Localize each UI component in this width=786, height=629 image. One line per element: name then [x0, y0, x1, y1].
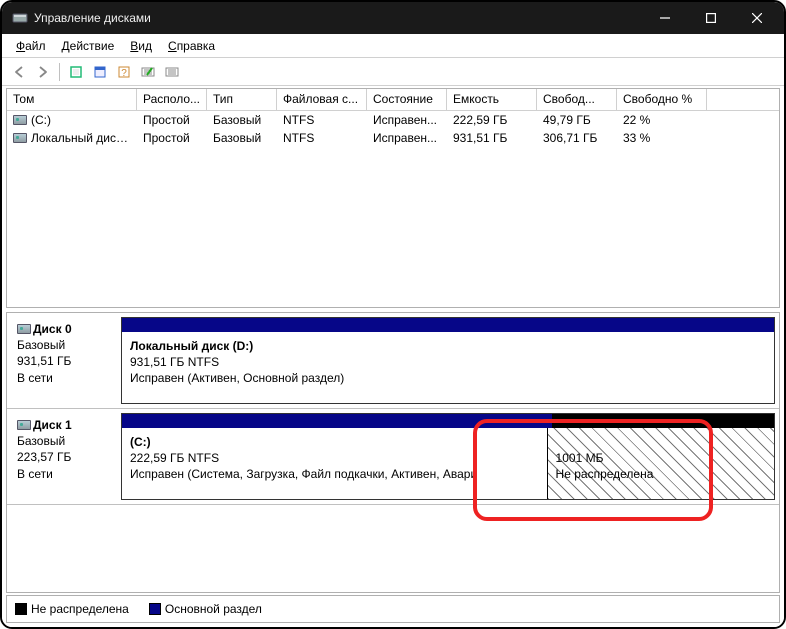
disk-block: Диск 1Базовый223,57 ГБВ сети(C:)222,59 Г…: [7, 409, 779, 505]
maximize-button[interactable]: [688, 2, 734, 34]
svg-text:?: ?: [121, 68, 127, 79]
volume-icon: [13, 133, 27, 143]
partition-header-bar: [122, 318, 774, 332]
disk-partitions: (C:)222,59 ГБ NTFSИсправен (Система, Заг…: [121, 413, 775, 500]
volume-list-header: Том Располо... Тип Файловая с... Состоян…: [7, 89, 779, 111]
disk-meta: Диск 1Базовый223,57 ГБВ сети: [11, 413, 121, 500]
help-button[interactable]: ?: [113, 61, 135, 83]
col-freepct[interactable]: Свободно %: [617, 89, 707, 110]
partition-primary[interactable]: Локальный диск (D:)931,51 ГБ NTFSИсправе…: [122, 332, 774, 403]
disk-management-window: Управление дисками Файл Действие Вид Спр…: [0, 0, 786, 629]
col-capacity[interactable]: Емкость: [447, 89, 537, 110]
toolbar: ?: [2, 58, 784, 86]
volume-row[interactable]: (C:)ПростойБазовыйNTFSИсправен...222,59 …: [7, 111, 779, 129]
volume-list-rows: (C:)ПростойБазовыйNTFSИсправен...222,59 …: [7, 111, 779, 307]
menu-file[interactable]: Файл: [8, 37, 54, 55]
volume-list-pane: Том Располо... Тип Файловая с... Состоян…: [6, 88, 780, 308]
legend-primary-label: Основной раздел: [165, 602, 262, 616]
titlebar: Управление дисками: [2, 2, 784, 34]
col-fs[interactable]: Файловая с...: [277, 89, 367, 110]
menubar: Файл Действие Вид Справка: [2, 34, 784, 58]
properties-button[interactable]: [137, 61, 159, 83]
menu-action-label: Д: [62, 39, 70, 53]
menu-help[interactable]: Справка: [160, 37, 223, 55]
legend-primary-swatch: [149, 603, 161, 615]
volume-row[interactable]: Локальный диск (...ПростойБазовыйNTFSИсп…: [7, 129, 779, 147]
menu-file-label: Ф: [16, 39, 25, 53]
content-area: Том Располо... Тип Файловая с... Состоян…: [2, 86, 784, 627]
back-button[interactable]: [8, 61, 30, 83]
legend-unallocated-swatch: [15, 603, 27, 615]
partition-primary[interactable]: (C:)222,59 ГБ NTFSИсправен (Система, Заг…: [122, 428, 548, 499]
menu-action[interactable]: Действие: [54, 37, 123, 55]
menu-view[interactable]: Вид: [122, 37, 160, 55]
col-volume[interactable]: Том: [7, 89, 137, 110]
legend: Не распределена Основной раздел: [6, 595, 780, 623]
disk-icon: [17, 324, 31, 334]
col-type[interactable]: Тип: [207, 89, 277, 110]
disk-block: Диск 0Базовый931,51 ГБВ сетиЛокальный ди…: [7, 313, 779, 409]
minimize-button[interactable]: [642, 2, 688, 34]
col-layout[interactable]: Располо...: [137, 89, 207, 110]
legend-primary: Основной раздел: [149, 602, 262, 616]
close-button[interactable]: [734, 2, 780, 34]
legend-unallocated: Не распределена: [15, 602, 129, 616]
disk-icon: [17, 420, 31, 430]
disk-meta: Диск 0Базовый931,51 ГБВ сети: [11, 317, 121, 404]
refresh-button[interactable]: [65, 61, 87, 83]
menu-view-label: В: [130, 39, 138, 53]
partition-unallocated[interactable]: 1001 МБНе распределена: [548, 428, 774, 499]
settings-button[interactable]: [89, 61, 111, 83]
col-free[interactable]: Свобод...: [537, 89, 617, 110]
toolbar-separator: [59, 63, 60, 81]
col-status[interactable]: Состояние: [367, 89, 447, 110]
actions-button[interactable]: [161, 61, 183, 83]
menu-help-label: С: [168, 39, 177, 53]
window-controls: [642, 2, 780, 34]
disk-management-icon: [12, 10, 28, 26]
forward-button[interactable]: [32, 61, 54, 83]
partition-header-bar: [122, 414, 774, 428]
disk-partitions: Локальный диск (D:)931,51 ГБ NTFSИсправе…: [121, 317, 775, 404]
window-title: Управление дисками: [34, 11, 642, 25]
volume-icon: [13, 115, 27, 125]
legend-unallocated-label: Не распределена: [31, 602, 129, 616]
graphical-disk-pane: Диск 0Базовый931,51 ГБВ сетиЛокальный ди…: [6, 312, 780, 593]
